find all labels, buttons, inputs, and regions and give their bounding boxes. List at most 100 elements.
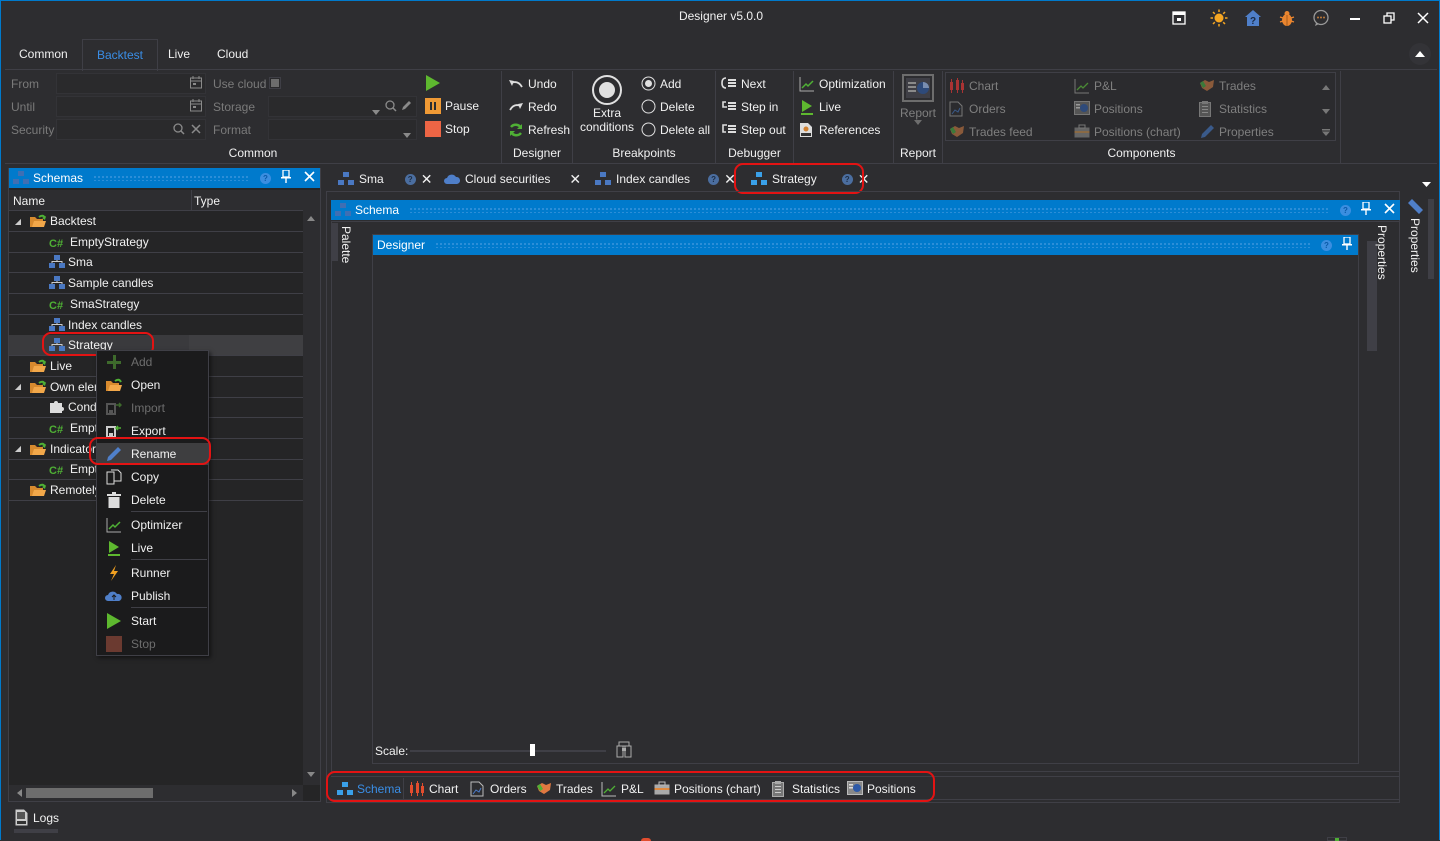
- extra-conditions-button[interactable]: Extra conditions: [577, 74, 637, 134]
- gallery-scroll-down[interactable]: [1322, 103, 1330, 117]
- context-menu-item-runner[interactable]: Runner: [97, 562, 208, 584]
- expander-icon[interactable]: ◢: [13, 217, 23, 226]
- breakpoint-add-radio[interactable]: Add: [641, 76, 681, 91]
- binoculars-icon[interactable]: [616, 741, 632, 761]
- palette-side-tab[interactable]: Palette: [339, 226, 353, 263]
- bug-report-icon[interactable]: [1276, 7, 1298, 29]
- component-properties[interactable]: Properties: [1199, 124, 1274, 140]
- tree-item[interactable]: C# SmaStrategy: [9, 294, 303, 315]
- pin-icon[interactable]: [1361, 201, 1371, 218]
- help-icon[interactable]: ?: [1340, 204, 1351, 216]
- context-menu-item-publish[interactable]: Publish: [97, 585, 208, 607]
- context-menu-item-start[interactable]: Start: [97, 610, 208, 632]
- stop-button[interactable]: Stop: [425, 121, 470, 137]
- scale-slider-thumb[interactable]: [529, 744, 535, 756]
- close-icon[interactable]: [1384, 203, 1395, 217]
- context-menu-item-add[interactable]: Add: [97, 351, 208, 373]
- component-statistics[interactable]: Statistics: [1199, 101, 1267, 117]
- component-positions[interactable]: Positions: [1074, 101, 1143, 117]
- report-button[interactable]: Report: [898, 74, 938, 125]
- ribbon-tab-backtest[interactable]: Backtest: [82, 39, 159, 71]
- context-menu-item-delete[interactable]: Delete: [97, 489, 208, 511]
- references-button[interactable]: References: [799, 122, 880, 138]
- component-chart[interactable]: Chart: [949, 78, 998, 94]
- close-tab-icon[interactable]: ✕: [569, 171, 581, 188]
- security-field[interactable]: [56, 119, 206, 140]
- component-trades[interactable]: Trades: [1199, 78, 1256, 94]
- properties-inner-side-tab[interactable]: Properties: [1375, 225, 1389, 280]
- logs-tab[interactable]: Logs: [15, 809, 59, 826]
- format-select[interactable]: [268, 119, 417, 140]
- context-menu-item-import[interactable]: Import: [97, 397, 208, 419]
- help-icon[interactable]: ?: [260, 172, 271, 184]
- tree-item[interactable]: Sma: [9, 252, 303, 274]
- context-menu-item-open[interactable]: Open: [97, 374, 208, 396]
- tree-item[interactable]: C# EmptyStrategy: [9, 232, 303, 253]
- clear-icon[interactable]: [191, 123, 201, 137]
- until-date-field[interactable]: [56, 96, 206, 117]
- layout-icon[interactable]: [1168, 7, 1190, 29]
- designer-canvas[interactable]: [372, 234, 1359, 764]
- search-icon[interactable]: [173, 123, 185, 138]
- close-button[interactable]: [1412, 7, 1434, 29]
- live-button[interactable]: Live: [799, 99, 841, 115]
- expander-icon[interactable]: ◢: [13, 382, 23, 391]
- component-positions-chart[interactable]: Positions (chart): [1074, 124, 1181, 140]
- undo-button[interactable]: Undo: [508, 76, 557, 92]
- help-icon[interactable]: ?: [708, 173, 720, 185]
- chevron-down-icon[interactable]: [403, 127, 411, 141]
- chat-icon[interactable]: [1310, 7, 1332, 29]
- tree-horizontal-scrollbar[interactable]: [9, 785, 303, 801]
- context-menu-item-optimizer[interactable]: Optimizer: [97, 514, 208, 536]
- expander-icon[interactable]: ◢: [13, 444, 23, 453]
- context-menu-item-copy[interactable]: Copy: [97, 466, 208, 488]
- debug-next-button[interactable]: Next: [721, 76, 766, 92]
- search-icon[interactable]: [385, 100, 397, 115]
- pin-icon[interactable]: [281, 169, 291, 186]
- gallery-expand[interactable]: [1322, 125, 1330, 139]
- tree-item[interactable]: ◢ Backtest: [9, 211, 303, 232]
- debug-step-in-button[interactable]: Step in: [721, 99, 778, 115]
- component-pnl[interactable]: P&L: [1074, 78, 1117, 94]
- minimize-button[interactable]: [1344, 7, 1366, 29]
- ribbon-tab-live[interactable]: Live: [154, 39, 204, 70]
- theme-sun-icon[interactable]: [1208, 7, 1230, 29]
- column-header-type[interactable]: Type: [194, 194, 220, 208]
- start-button[interactable]: [425, 74, 441, 91]
- properties-side-tab[interactable]: Properties: [1408, 218, 1422, 273]
- help-icon[interactable]: ?: [404, 173, 416, 185]
- refresh-button[interactable]: Refresh: [508, 122, 570, 138]
- close-tab-icon[interactable]: ✕: [421, 171, 433, 188]
- close-icon[interactable]: [304, 171, 315, 185]
- redo-button[interactable]: Redo: [508, 99, 557, 115]
- calendar-icon[interactable]: [190, 99, 202, 115]
- breakpoint-delete-all-radio[interactable]: Delete all: [641, 122, 710, 137]
- component-orders[interactable]: Orders: [949, 101, 1006, 117]
- pause-button[interactable]: Pause: [425, 98, 479, 114]
- calendar-icon[interactable]: [190, 76, 202, 92]
- restore-button[interactable]: [1378, 7, 1400, 29]
- ribbon-tab-cloud[interactable]: Cloud: [203, 39, 262, 70]
- context-menu-item-live[interactable]: Live: [97, 537, 208, 559]
- scale-slider-track[interactable]: [410, 750, 606, 752]
- doc-tab-cloud-securities[interactable]: Cloud securities ✕: [444, 167, 581, 191]
- edit-icon[interactable]: [401, 100, 412, 114]
- tab-overflow-button[interactable]: [1422, 176, 1431, 190]
- help-home-icon[interactable]: ?: [1242, 7, 1264, 29]
- tree-vertical-scrollbar[interactable]: [303, 190, 320, 785]
- optimization-button[interactable]: Optimization: [799, 76, 886, 92]
- use-cloud-checkbox[interactable]: [269, 77, 281, 89]
- chevron-down-icon[interactable]: [372, 104, 380, 118]
- storage-select[interactable]: [268, 96, 417, 117]
- tree-item[interactable]: Sample candles: [9, 273, 303, 295]
- doc-tab-sma[interactable]: Sma ? ✕: [338, 167, 432, 191]
- debug-step-out-button[interactable]: Step out: [721, 122, 786, 138]
- context-menu-item-stop[interactable]: Stop: [97, 633, 208, 655]
- from-date-field[interactable]: [56, 73, 206, 94]
- gallery-scroll-up[interactable]: [1322, 79, 1330, 93]
- scrollbar-thumb[interactable]: [26, 788, 153, 798]
- component-trades-feed[interactable]: Trades feed: [949, 124, 1033, 140]
- ribbon-tab-common[interactable]: Common: [5, 39, 82, 70]
- doc-tab-index-candles[interactable]: Index candles ? ✕: [595, 167, 736, 191]
- collapse-ribbon-button[interactable]: [1409, 43, 1431, 65]
